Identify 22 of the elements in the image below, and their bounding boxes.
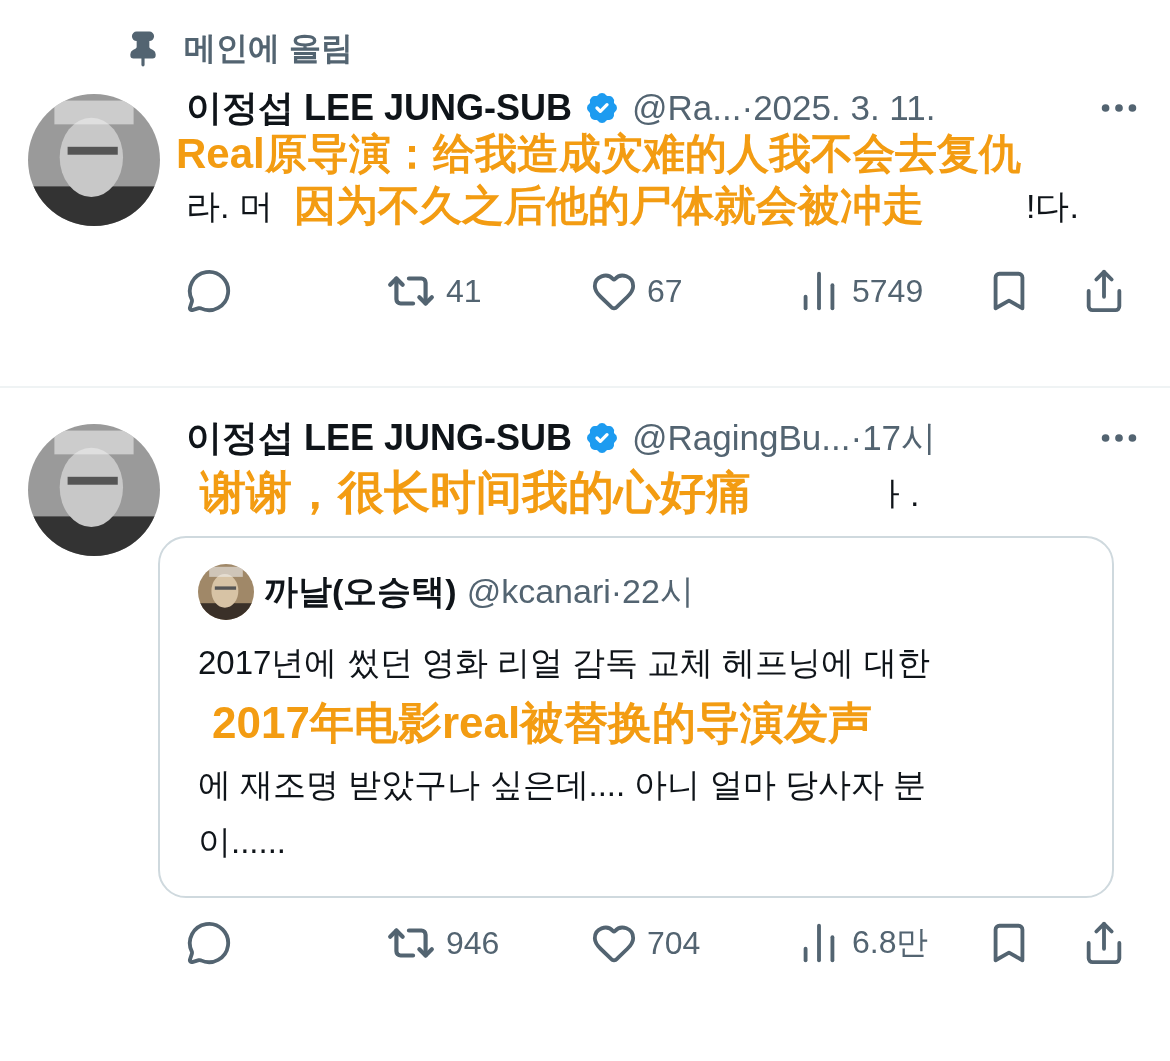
quoted-handle-and-time: @kcanari·22시	[466, 571, 694, 612]
like-button[interactable]: 704	[591, 920, 796, 966]
repost-button[interactable]: 946	[386, 918, 591, 968]
post-text: ㅏ.	[876, 474, 920, 515]
views-button[interactable]: 5749	[796, 268, 986, 314]
author-name[interactable]: 이정섭 LEE JUNG-SUB	[186, 83, 573, 133]
quoted-text-line: 에 재조명 받았구나 싶은데.... 아니 얼마 당사자 분	[198, 765, 927, 805]
handle-and-time[interactable]: @RagingBu...·17시	[632, 414, 937, 462]
quoted-text-line: 이......	[198, 822, 287, 862]
speech-bubble-icon	[186, 268, 232, 314]
quoted-post-card[interactable]: 까날(오승택) @kcanari·22시 2017년에 썼던 영화 리얼 감독 교체 헤프닝에 대한 2017年电影real被替换的导演发声 에 재조명 받았구나 싶은데.... 아니 얼마 당사자 분 이......	[158, 536, 1114, 898]
repost-button[interactable]: 41	[386, 266, 591, 316]
pinned-label: 메인에 올림	[184, 29, 353, 68]
post-text: !다.	[1026, 186, 1079, 227]
like-button[interactable]: 67	[591, 268, 796, 314]
quoted-author-name: 까날(오승택)	[264, 571, 457, 612]
quoted-text-line: 2017년에 썼던 영화 리얼 감독 교체 헤프닝에 대한	[198, 643, 931, 683]
author-name[interactable]: 이정섭 LEE JUNG-SUB	[186, 413, 573, 463]
handle-and-time[interactable]: @Ra...·2025. 3. 11.	[632, 88, 936, 128]
post-text: 라. 머	[186, 186, 273, 227]
speech-bubble-icon	[186, 920, 232, 966]
views-button[interactable]: 6.8만	[796, 920, 986, 966]
